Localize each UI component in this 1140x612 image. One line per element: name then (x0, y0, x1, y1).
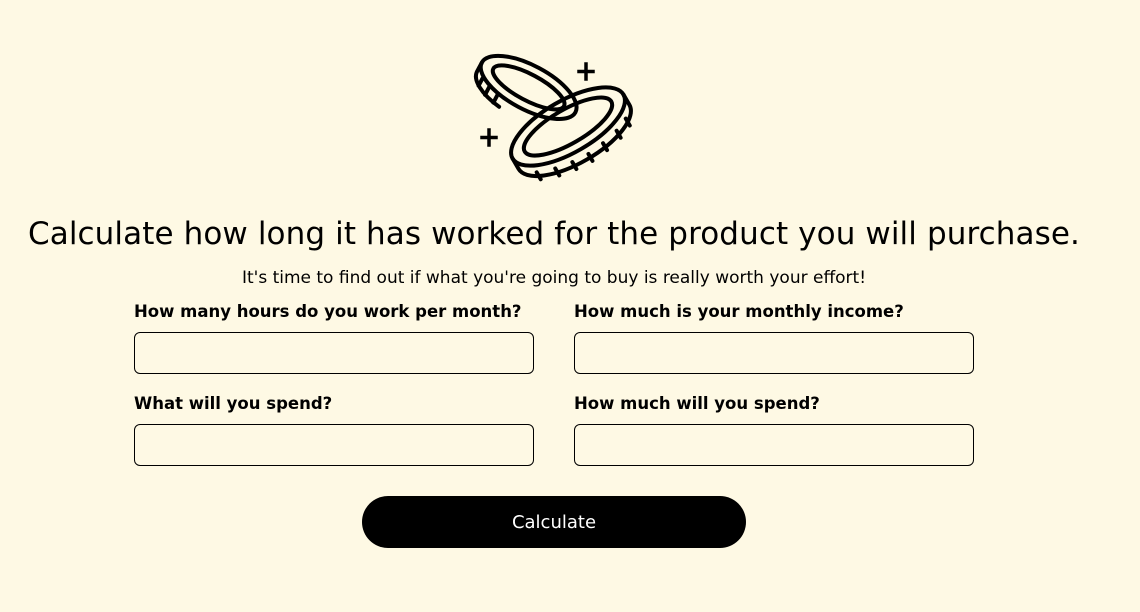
sparkle-icon (480, 128, 498, 147)
page-subtitle: It's time to find out if what you're goi… (241, 268, 867, 288)
income-label: How much is your monthly income? (574, 302, 904, 321)
income-input[interactable] (574, 332, 974, 374)
calculate-button[interactable]: Calculate (362, 496, 746, 548)
front-coin (509, 85, 633, 182)
hours-input[interactable] (134, 332, 534, 374)
coins-icon (473, 53, 633, 182)
amount-input[interactable] (574, 424, 974, 466)
item-label: What will you spend? (134, 394, 333, 413)
amount-label: How much will you spend? (574, 394, 820, 413)
sparkle-icon (577, 62, 595, 81)
item-input[interactable] (134, 424, 534, 466)
hours-label: How many hours do you work per month? (134, 302, 522, 321)
page-title: Calculate how long it has worked for the… (27, 216, 1080, 252)
